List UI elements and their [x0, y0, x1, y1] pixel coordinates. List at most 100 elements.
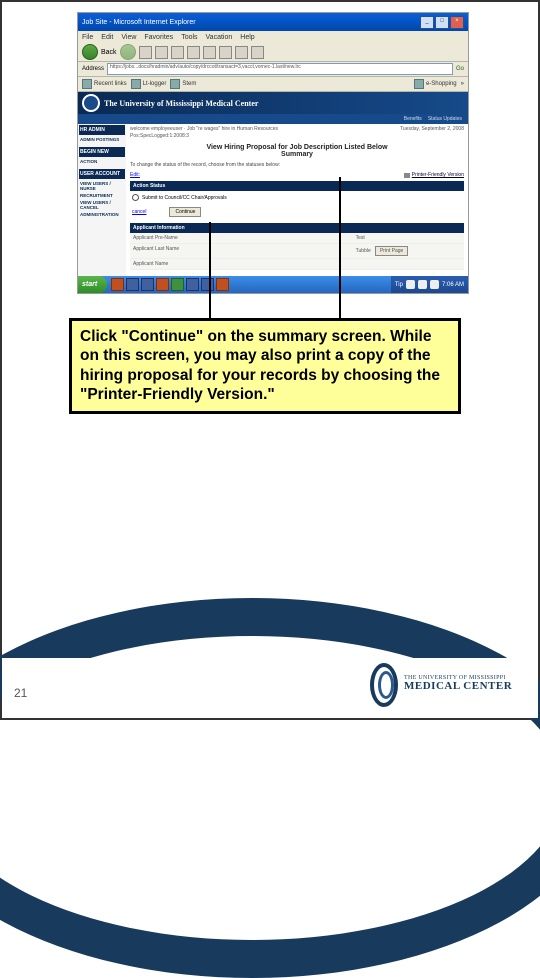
back-button[interactable]: [82, 44, 98, 60]
continue-button[interactable]: Continue: [169, 207, 201, 217]
sidebar-view-cancel[interactable]: VIEW USERS / CANCEL: [79, 199, 125, 211]
back-label: Back: [101, 49, 117, 56]
edit-link[interactable]: Edit:: [130, 172, 140, 178]
applicant-info-bar: Applicant Information: [130, 223, 464, 233]
sidebar-admin-postings[interactable]: ADMIN POSTINGS: [79, 136, 125, 143]
menubar: File Edit View Favorites Tools Vacation …: [78, 31, 468, 43]
printer-friendly-link[interactable]: Printer-Friendly Version: [412, 172, 464, 178]
left-sidebar: HR ADMIN ADMIN POSTINGS BEGIN NEW ACTION…: [78, 124, 126, 294]
sidebar-user-account[interactable]: USER ACCOUNT: [79, 169, 125, 179]
task-icon-5[interactable]: [171, 278, 184, 291]
applicant-info-table: Applicant Pre-Name Test Applicant Last N…: [130, 233, 464, 270]
search-icon[interactable]: [187, 46, 200, 59]
row2-mid: [241, 244, 352, 259]
menu-vacation[interactable]: Vacation: [206, 34, 233, 41]
link-recent[interactable]: Recent links: [82, 79, 127, 89]
row2-label: Applicant Last Name: [130, 244, 241, 259]
logo-mark-icon: [368, 663, 398, 703]
printer-icon: [404, 173, 410, 178]
status-link[interactable]: Status Updates: [428, 116, 462, 122]
task-icon-1[interactable]: [111, 278, 124, 291]
toolbar: Back: [78, 43, 468, 62]
row1-value: Test: [353, 233, 464, 244]
task-icon-2[interactable]: [126, 278, 139, 291]
tray-icon-1[interactable]: [406, 280, 415, 289]
refresh-icon[interactable]: [155, 46, 168, 59]
sidebar-hradmin[interactable]: HR ADMIN: [79, 125, 125, 135]
sidebar-action[interactable]: ACTION: [79, 158, 125, 165]
row3-label: Applicant Name: [130, 259, 241, 270]
link-logger[interactable]: Lt-logger: [131, 79, 167, 89]
breadcrumb-2: Pos:SpecLogged:1:2008:3: [130, 133, 278, 139]
row2-value: Tubble Print Page: [353, 244, 464, 259]
site-logo-icon: [82, 94, 100, 112]
page-date: Tuesday, September 2, 2008: [400, 126, 464, 140]
site-banner: The University of Mississippi Medical Ce…: [78, 92, 468, 114]
action-status-bar: Action Status: [130, 181, 464, 191]
mail-icon[interactable]: [235, 46, 248, 59]
system-tray: Tip 7:06 AM: [391, 276, 468, 293]
menu-tools[interactable]: Tools: [181, 34, 197, 41]
instruction-callout: Click "Continue" on the summary screen. …: [69, 318, 461, 414]
sidebar-administration[interactable]: ADMINISTRATION: [79, 211, 125, 218]
footer-swoosh: [0, 598, 540, 978]
task-icon-8[interactable]: [216, 278, 229, 291]
address-label: Address: [82, 66, 104, 72]
window-title: Job Site - Microsoft Internet Explorer: [82, 19, 196, 26]
tray-icon-2[interactable]: [418, 280, 427, 289]
cancel-link[interactable]: cancel: [132, 209, 146, 215]
menu-file[interactable]: File: [82, 34, 93, 41]
minimize-button[interactable]: _: [420, 16, 434, 29]
favorites-icon[interactable]: [203, 46, 216, 59]
sidebar-view-users[interactable]: VIEW USERS / NURSE: [79, 180, 125, 192]
task-icon-6[interactable]: [186, 278, 199, 291]
forward-button[interactable]: [120, 44, 136, 60]
link-more[interactable]: »: [461, 81, 464, 87]
start-button[interactable]: start: [78, 276, 107, 293]
menu-edit[interactable]: Edit: [101, 34, 113, 41]
radio-submit-label: Submit to Council/CC Chair/Approvals: [142, 195, 227, 201]
stop-icon[interactable]: [139, 46, 152, 59]
home-icon[interactable]: [171, 46, 184, 59]
print-page-button[interactable]: Print Page: [375, 246, 408, 256]
menu-help[interactable]: Help: [240, 34, 254, 41]
sidebar-recruitment[interactable]: RECRUITMENT: [79, 192, 125, 199]
print-icon[interactable]: [251, 46, 264, 59]
row1-mid: [241, 233, 352, 244]
window-controls: _ □ ×: [420, 16, 464, 29]
page-heading: View Hiring Proposal for Job Description…: [130, 144, 464, 158]
annotation-line-continue: [209, 222, 211, 322]
annotation-line-printer: [339, 177, 341, 322]
go-button[interactable]: Go: [456, 66, 464, 72]
banner-links: Benefits Status Updates: [78, 114, 468, 124]
folder-icon: [82, 79, 92, 89]
tray-time: 7:06 AM: [442, 282, 464, 288]
taskbar-icons: [111, 278, 229, 291]
url-field[interactable]: https://jobs...docs/hradmin/adv/auto/cop…: [107, 63, 453, 75]
menu-view[interactable]: View: [121, 34, 136, 41]
cart-icon: [414, 79, 424, 89]
history-icon[interactable]: [219, 46, 232, 59]
page-icon: [170, 79, 180, 89]
radio-submit[interactable]: [132, 194, 139, 201]
action-option-row: Submit to Council/CC Chair/Approvals: [130, 191, 464, 204]
benefits-link[interactable]: Benefits: [404, 116, 422, 122]
sidebar-begin-new[interactable]: BEGIN NEW: [79, 147, 125, 157]
browser-screenshot: Job Site - Microsoft Internet Explorer _…: [77, 12, 469, 294]
site-title: The University of Mississippi Medical Ce…: [104, 99, 258, 108]
task-icon-7[interactable]: [201, 278, 214, 291]
link-shopping[interactable]: e-Shopping: [414, 79, 457, 89]
task-icon-3[interactable]: [141, 278, 154, 291]
link-stem[interactable]: Stem: [170, 79, 196, 89]
menu-favorites[interactable]: Favorites: [144, 34, 173, 41]
task-icon-4[interactable]: [156, 278, 169, 291]
close-button[interactable]: ×: [450, 16, 464, 29]
page-icon: [131, 79, 141, 89]
tray-icon-3[interactable]: [430, 280, 439, 289]
tray-tip[interactable]: Tip: [395, 282, 403, 288]
page-instructions: To change the status of the record, choo…: [130, 162, 464, 168]
logo-text: THE UNIVERSITY OF MISSISSIPPI MEDICAL CE…: [404, 675, 512, 692]
maximize-button[interactable]: □: [435, 16, 449, 29]
row1-label: Applicant Pre-Name: [130, 233, 241, 244]
footer-logo: THE UNIVERSITY OF MISSISSIPPI MEDICAL CE…: [368, 663, 523, 703]
